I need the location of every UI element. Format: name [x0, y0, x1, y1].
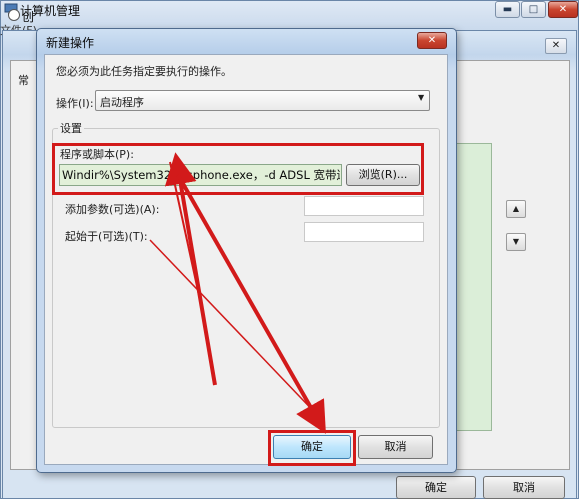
chevron-down-icon: ▼	[418, 93, 425, 102]
cancel-button[interactable]: 取消	[358, 435, 433, 459]
action-label: 操作(I):	[56, 97, 94, 110]
create-task-ok-button[interactable]: 确定	[396, 476, 476, 499]
create-task-title: 创	[22, 10, 35, 24]
ok-highlight-box	[268, 430, 356, 466]
tab-general[interactable]: 常	[18, 72, 29, 88]
arguments-input[interactable]	[304, 196, 424, 216]
create-task-cancel-button[interactable]: 取消	[483, 476, 565, 499]
start-in-input[interactable]	[304, 222, 424, 242]
minimize-button[interactable]: ▬	[495, 1, 520, 18]
program-highlight-box	[52, 143, 424, 195]
settings-group-label: 设置	[58, 120, 84, 136]
start-in-label: 起始于(可选)(T):	[65, 230, 148, 243]
maximize-button[interactable]: □	[521, 1, 546, 18]
dialog-title: 新建操作	[46, 36, 95, 50]
create-task-close-button[interactable]: ✕	[545, 38, 567, 54]
action-select[interactable]	[95, 90, 430, 111]
clock-icon	[8, 9, 20, 21]
action-select-value: 启动程序	[100, 96, 144, 109]
main-close-button[interactable]: ✕	[548, 1, 578, 18]
arguments-label: 添加参数(可选)(A):	[65, 203, 160, 216]
instruction-text: 您必须为此任务指定要执行的操作。	[56, 65, 232, 78]
dialog-close-button[interactable]: ✕	[417, 32, 447, 49]
move-up-button[interactable]: ▲	[506, 200, 526, 218]
move-down-button[interactable]: ▼	[506, 233, 526, 251]
